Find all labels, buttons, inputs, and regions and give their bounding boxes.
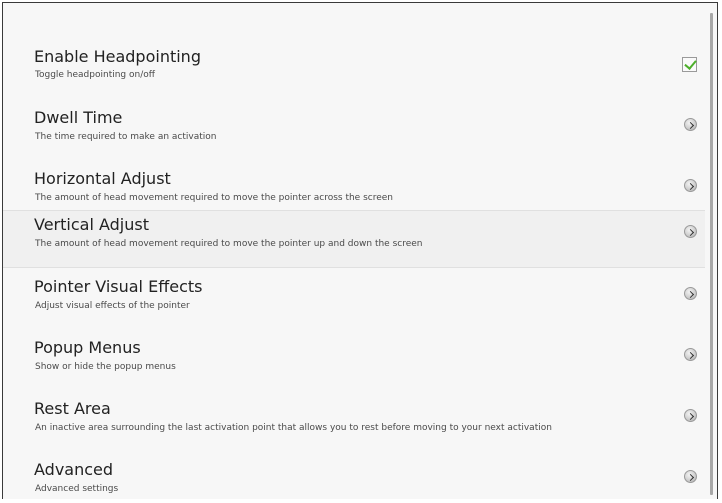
setting-pointer-visual-effects[interactable]: Pointer Visual Effects Adjust visual eff… xyxy=(3,277,705,337)
chevron-right-icon[interactable] xyxy=(684,348,697,361)
setting-dwell-time[interactable]: Dwell Time The time required to make an … xyxy=(3,108,705,168)
setting-summary: Advanced settings xyxy=(35,484,119,494)
vertical-scrollbar[interactable] xyxy=(710,13,713,495)
setting-summary: The time required to make an activation xyxy=(35,132,217,142)
chevron-right-icon[interactable] xyxy=(684,287,697,300)
setting-advanced[interactable]: Advanced Advanced settings xyxy=(3,460,705,499)
chevron-right-icon[interactable] xyxy=(684,225,697,238)
chevron-right-icon[interactable] xyxy=(684,409,697,422)
setting-title: Advanced xyxy=(34,460,114,479)
enable-headpointing-checkbox[interactable] xyxy=(682,57,697,72)
setting-vertical-adjust[interactable]: Vertical Adjust The amount of head movem… xyxy=(3,210,705,268)
setting-title: Enable Headpointing xyxy=(34,47,201,66)
chevron-right-icon[interactable] xyxy=(684,179,697,192)
setting-title: Popup Menus xyxy=(34,338,141,357)
settings-list: Enable Headpointing Toggle headpointing … xyxy=(3,3,717,499)
chevron-right-icon[interactable] xyxy=(684,118,697,131)
setting-summary: Show or hide the popup menus xyxy=(35,362,176,372)
setting-title: Vertical Adjust xyxy=(34,215,149,234)
setting-title: Dwell Time xyxy=(34,108,123,127)
setting-summary: The amount of head movement required to … xyxy=(35,193,393,203)
checkmark-icon xyxy=(684,57,697,70)
setting-popup-menus[interactable]: Popup Menus Show or hide the popup menus xyxy=(3,338,705,398)
setting-summary: The amount of head movement required to … xyxy=(35,239,423,249)
setting-title: Horizontal Adjust xyxy=(34,169,171,188)
setting-summary: Adjust visual effects of the pointer xyxy=(35,301,190,311)
setting-title: Rest Area xyxy=(34,399,111,418)
setting-summary: Toggle headpointing on/off xyxy=(35,70,155,80)
setting-summary: An inactive area surrounding the last ac… xyxy=(35,423,552,433)
setting-rest-area[interactable]: Rest Area An inactive area surrounding t… xyxy=(3,399,705,459)
chevron-right-icon[interactable] xyxy=(684,470,697,483)
setting-title: Pointer Visual Effects xyxy=(34,277,203,296)
setting-enable-headpointing[interactable]: Enable Headpointing Toggle headpointing … xyxy=(3,47,705,107)
settings-panel: Enable Headpointing Toggle headpointing … xyxy=(2,2,718,499)
